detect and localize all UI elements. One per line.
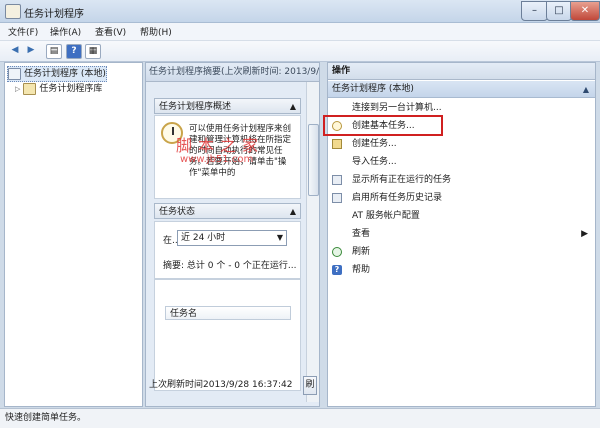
action-label: 显示所有正在运行的任务 <box>352 175 452 185</box>
action-label: 查看 <box>352 229 371 239</box>
chevron-down-icon: ▼ <box>276 233 283 242</box>
action-refresh[interactable]: 刷新 <box>332 244 590 261</box>
tree-item-label: 任务计划程序库 <box>39 84 103 94</box>
help-icon[interactable]: ? <box>66 44 82 59</box>
section-title: 任务状态 <box>159 207 196 217</box>
overview-section-header[interactable]: 任务计划程序概述 ▲ <box>154 98 301 114</box>
task-icon <box>332 139 342 149</box>
folder-icon <box>23 82 37 95</box>
status-bar: 快速创建简单任务。 <box>0 408 600 428</box>
last-refresh-time: 上次刷新时间2013/9/28 16:37:42 <box>149 380 293 390</box>
menu-bar: 文件(F) 操作(A) 查看(V) 帮助(H) <box>0 23 600 41</box>
summary-pane: 任务计划程序摘要(上次刷新时间: 2013/9/28 任务计划程序概述 ▲ 可以… <box>145 62 320 407</box>
vertical-scrollbar[interactable] <box>306 82 319 402</box>
actions-title: 操作 <box>328 63 595 80</box>
menu-help[interactable]: 帮助(H) <box>140 25 172 38</box>
task-name-column-header[interactable]: 任务名 <box>165 306 291 320</box>
highlight-box <box>323 115 443 136</box>
chevron-up-icon[interactable]: ▲ <box>290 204 296 220</box>
watermark-url: www.jb51.com <box>180 154 254 165</box>
watermark-text: 脚本之家 <box>176 136 265 155</box>
tree-item-local[interactable]: 任务计划程序 (本地) <box>7 66 107 82</box>
window-title: 任务计划程序 <box>24 9 84 20</box>
time-range-select[interactable]: 近 24 小时 ▼ <box>177 230 287 246</box>
chevron-up-icon[interactable]: ▲ <box>290 99 296 115</box>
summary-header: 任务计划程序摘要(上次刷新时间: 2013/9/28 <box>146 63 319 82</box>
status-controls: 在... 近 24 小时 ▼ 摘要: 总计 0 个 - 0 个正在运行... <box>154 221 301 279</box>
menu-view[interactable]: 查看(V) <box>95 25 126 38</box>
refresh-button[interactable]: 刷 <box>303 376 317 395</box>
refresh-icon <box>332 247 342 257</box>
expand-icon[interactable]: ▷ <box>15 85 20 93</box>
action-import-task[interactable]: 导入任务... <box>332 154 590 171</box>
tree-item-library[interactable]: ▷ 任务计划程序库 <box>15 82 102 96</box>
navigation-tree: 任务计划程序 (本地) ▷ 任务计划程序库 <box>4 62 143 407</box>
actions-group-label: 任务计划程序 (本地) <box>332 84 414 94</box>
tree-item-label: 任务计划程序 (本地) <box>24 69 106 79</box>
console-icon[interactable]: ▦ <box>85 44 101 59</box>
action-label: 刷新 <box>352 247 371 257</box>
section-title: 任务计划程序概述 <box>159 102 232 112</box>
action-create-task[interactable]: 创建任务... <box>332 136 590 153</box>
task-table-area: 任务名 <box>154 279 301 391</box>
status-text: 快速创建简单任务。 <box>5 413 87 423</box>
maximize-button[interactable]: □ <box>546 1 572 21</box>
menu-file[interactable]: 文件(F) <box>8 25 38 38</box>
action-label: 启用所有任务历史记录 <box>352 193 443 203</box>
action-label: 导入任务... <box>352 157 397 167</box>
back-icon[interactable]: ◀ <box>8 44 22 57</box>
grid-icon <box>332 175 342 185</box>
status-section-header[interactable]: 任务状态 ▲ <box>154 203 301 219</box>
title-bar: 任务计划程序 – □ ✕ <box>0 0 600 23</box>
scheduler-icon <box>8 67 21 80</box>
action-view[interactable]: 查看 ▶ <box>332 226 590 243</box>
action-label: 帮助 <box>352 265 371 275</box>
close-button[interactable]: ✕ <box>570 1 600 21</box>
toolbar: ◀ ▶ ▤ ? ▦ <box>0 41 600 62</box>
panel-icon[interactable]: ▤ <box>46 44 62 59</box>
action-at-service-config[interactable]: AT 服务帐户配置 <box>332 208 590 225</box>
menu-action[interactable]: 操作(A) <box>50 25 81 38</box>
chevron-right-icon: ▶ <box>581 229 588 239</box>
chevron-up-icon[interactable]: ▲ <box>583 81 589 98</box>
action-enable-history[interactable]: 启用所有任务历史记录 <box>332 190 590 207</box>
help-icon: ? <box>332 265 342 275</box>
status-summary: 摘要: 总计 0 个 - 0 个正在运行... <box>163 261 297 271</box>
action-help[interactable]: ? 帮助 <box>332 262 590 279</box>
forward-icon[interactable]: ▶ <box>24 44 38 57</box>
minimize-button[interactable]: – <box>521 1 548 21</box>
action-label: AT 服务帐户配置 <box>352 211 420 221</box>
action-show-running-tasks[interactable]: 显示所有正在运行的任务 <box>332 172 590 189</box>
history-icon <box>332 193 342 203</box>
actions-group-header[interactable]: 任务计划程序 (本地) ▲ <box>328 81 595 98</box>
action-label: 创建任务... <box>352 139 397 149</box>
actions-pane: 操作 任务计划程序 (本地) ▲ 连接到另一台计算机... 创建基本任务... … <box>327 62 596 407</box>
app-icon <box>5 4 21 19</box>
scroll-thumb[interactable] <box>308 124 319 196</box>
time-range-value: 近 24 小时 <box>181 233 226 243</box>
